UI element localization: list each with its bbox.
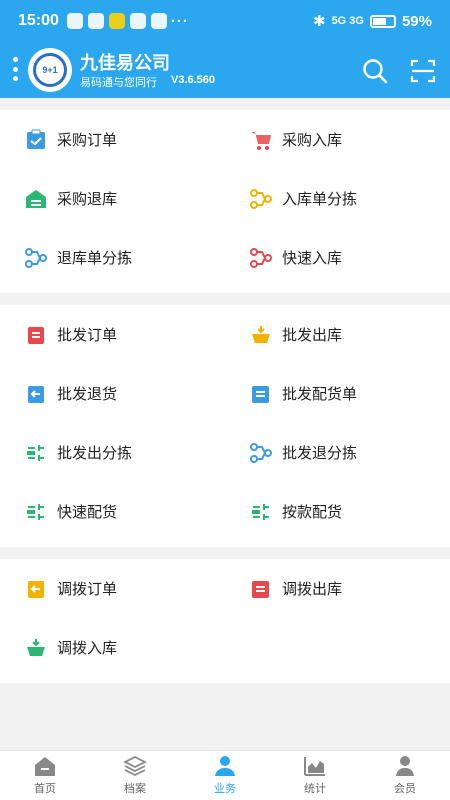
style-allocation-icon xyxy=(249,500,273,524)
menu-item-label: 调拨入库 xyxy=(57,640,118,657)
signal-icon: 5G 3G xyxy=(331,15,364,27)
tab-home[interactable]: 首页 xyxy=(0,751,90,800)
wholesale-allocation-icon xyxy=(249,382,273,406)
more-menu-icon[interactable] xyxy=(10,57,20,81)
menu-item-label: 入库单分拣 xyxy=(282,191,358,208)
quick-allocation-icon xyxy=(24,500,48,524)
more-notifications: ··· xyxy=(170,12,189,30)
quick-inbound-icon xyxy=(249,246,273,270)
tab-label: 档案 xyxy=(124,783,146,795)
tab-member[interactable]: 会员 xyxy=(360,751,450,800)
tab-business-user[interactable]: 业务 xyxy=(180,751,270,800)
menu-item-label: 快速入库 xyxy=(282,250,343,267)
clock: 15:00 xyxy=(18,12,59,29)
menu-item[interactable]: 快速入库 xyxy=(225,228,450,287)
menu-item[interactable]: 采购订单 xyxy=(0,110,225,169)
member-icon xyxy=(393,755,417,777)
tab-archive-layers[interactable]: 档案 xyxy=(90,751,180,800)
bottom-tab-bar: 首页 档案 业务 统计 会员 xyxy=(0,750,450,800)
menu-item[interactable]: 快速配货 xyxy=(0,482,225,541)
menu-section: 采购订单 采购入库采购退库 入库单分拣退库单分拣 快速入库 xyxy=(0,110,450,293)
scan-icon[interactable] xyxy=(410,58,436,84)
transfer-outbound-icon xyxy=(249,577,273,601)
app-notification-icon xyxy=(150,13,167,29)
tab-label: 统计 xyxy=(304,783,326,795)
transfer-order-icon xyxy=(24,577,48,601)
menu-item[interactable]: 批发订单 xyxy=(0,305,225,364)
menu-item[interactable]: 按款配货 xyxy=(225,482,450,541)
company-name: 九佳易公司 xyxy=(80,53,170,73)
app-version: V3.6.560 xyxy=(171,74,216,86)
transfer-inbound-icon xyxy=(24,636,48,660)
bluetooth-icon: ✱ xyxy=(312,13,326,30)
wholesale-outbound-icon xyxy=(249,323,273,347)
menu-item-label: 批发配货单 xyxy=(282,386,358,403)
menu-item-label: 调拨订单 xyxy=(57,581,118,598)
app-notification-icon xyxy=(129,13,146,29)
menu-item-label: 批发退货 xyxy=(57,386,118,403)
menu-item-label: 批发出分拣 xyxy=(57,445,133,462)
menu-item-label: 调拨出库 xyxy=(282,581,343,598)
app-header: 9+1 九佳易公司 易码通与您同行 V3.6.560 xyxy=(0,42,450,98)
wholesale-order-icon xyxy=(24,323,48,347)
statistics-chart-icon xyxy=(303,755,327,777)
search-icon[interactable] xyxy=(362,58,388,84)
tab-label: 会员 xyxy=(394,783,416,795)
menu-item[interactable]: 调拨订单 xyxy=(0,559,225,618)
company-logo: 9+1 xyxy=(28,48,72,92)
menu-item[interactable]: 批发出库 xyxy=(225,305,450,364)
slogan: 易码通与您同行 xyxy=(80,77,157,89)
menu-item[interactable]: 调拨入库 xyxy=(0,618,225,677)
status-bar: 15:00 ··· ✱ 5G 3G 59% xyxy=(0,0,450,42)
menu-item-label: 按款配货 xyxy=(282,504,343,521)
menu-item-label: 采购订单 xyxy=(57,132,118,149)
menu-item[interactable]: 调拨出库 xyxy=(225,559,450,618)
wholesale-out-sort-icon xyxy=(24,441,48,465)
purchase-order-icon xyxy=(24,128,48,152)
meituan-icon xyxy=(108,13,125,29)
wechat-icon xyxy=(87,13,104,29)
archive-layers-icon xyxy=(123,755,147,777)
menu-item[interactable]: 批发退货 xyxy=(0,364,225,423)
wholesale-return-sort-icon xyxy=(249,441,273,465)
battery-percent: 59% xyxy=(401,12,432,30)
menu-item-label: 批发出库 xyxy=(282,327,343,344)
menu-item[interactable]: 批发退分拣 xyxy=(225,423,450,482)
menu-section: 调拨订单 调拨出库调拨入库 xyxy=(0,559,450,683)
purchase-return-icon xyxy=(24,187,48,211)
menu-item-label: 退库单分拣 xyxy=(57,250,133,267)
battery-icon xyxy=(369,14,396,28)
purchase-inbound-icon xyxy=(249,128,273,152)
menu-item[interactable]: 批发出分拣 xyxy=(0,423,225,482)
inbound-sort-icon xyxy=(249,187,273,211)
business-menu: 采购订单 采购入库 采购退库 入库单分拣 退库单分拣 快速入库 批发订单 批发出库 批发退货 批发… xyxy=(0,98,450,750)
menu-item-label: 快速配货 xyxy=(57,504,118,521)
menu-item[interactable]: 退库单分拣 xyxy=(0,228,225,287)
tab-label: 首页 xyxy=(34,783,56,795)
wholesale-return-icon xyxy=(24,382,48,406)
notification-icons xyxy=(66,13,167,29)
return-sort-icon xyxy=(24,246,48,270)
home-icon xyxy=(33,755,57,777)
menu-item[interactable]: 采购入库 xyxy=(225,110,450,169)
tab-label: 业务 xyxy=(214,783,236,795)
menu-section: 批发订单 批发出库批发退货 批发配货单批发出分拣 批发退分拣快速配货 按款配货 xyxy=(0,305,450,547)
menu-item[interactable]: 采购退库 xyxy=(0,169,225,228)
header-subtitle: 易码通与您同行 V3.6.560 xyxy=(80,74,215,90)
business-user-icon xyxy=(213,755,237,777)
menu-item-label: 批发退分拣 xyxy=(282,445,358,462)
app-notification-icon xyxy=(66,13,83,29)
menu-item-label: 采购入库 xyxy=(282,132,343,149)
tab-statistics-chart[interactable]: 统计 xyxy=(270,751,360,800)
menu-item[interactable]: 批发配货单 xyxy=(225,364,450,423)
menu-item-label: 批发订单 xyxy=(57,327,118,344)
menu-item-label: 采购退库 xyxy=(57,191,118,208)
menu-item[interactable]: 入库单分拣 xyxy=(225,169,450,228)
